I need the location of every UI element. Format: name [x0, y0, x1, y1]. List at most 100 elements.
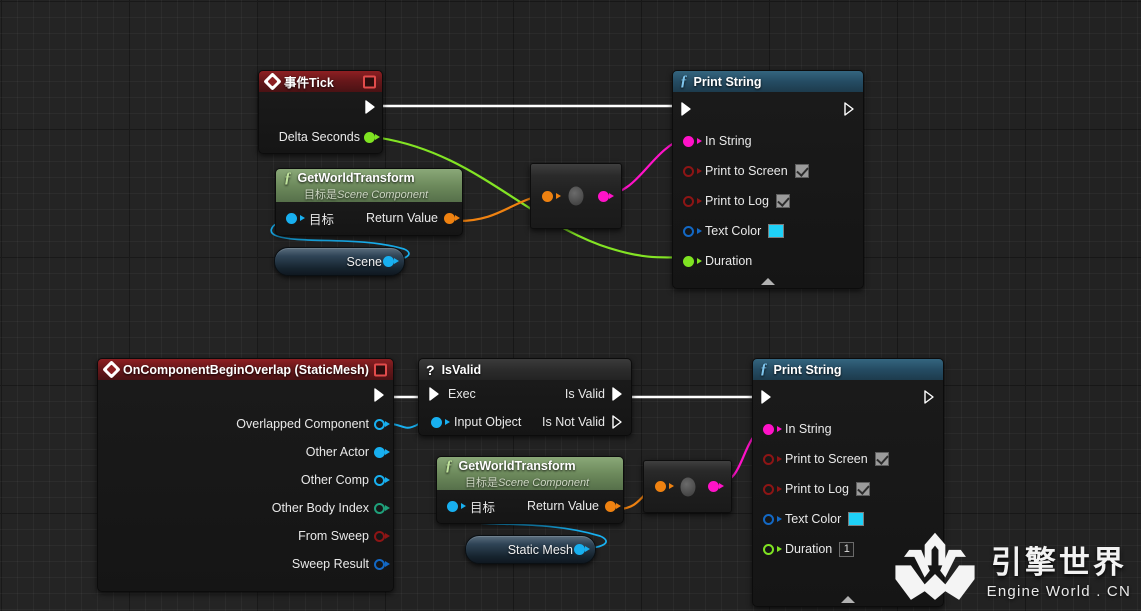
pin-duration-arrow	[697, 257, 702, 264]
pin-exec-output[interactable]	[844, 102, 855, 116]
pin-return-value[interactable]	[605, 500, 616, 512]
pin-print-to-log[interactable]	[763, 483, 774, 495]
color-swatch-text-color[interactable]	[768, 224, 785, 238]
node-compact-top[interactable]	[530, 163, 622, 229]
event-delegate-badge[interactable]	[374, 363, 387, 376]
node-compact-bottom[interactable]	[643, 460, 732, 513]
node-body: Exec Is Valid Input Object Is Not Valid	[418, 380, 632, 436]
pin-from-sweep[interactable]	[374, 530, 385, 542]
collapse-triangle-icon[interactable]	[761, 278, 775, 285]
pin-label-is-not-valid: Is Not Valid	[542, 415, 605, 429]
pin-label-overlapped-component: Overlapped Component	[236, 417, 369, 431]
collapse-triangle-icon[interactable]	[841, 596, 855, 603]
watermark-text: 引擎世界 Engine World . CN	[987, 537, 1131, 600]
node-header[interactable]: ƒ Print String	[752, 358, 944, 380]
checkbox-print-to-screen[interactable]	[794, 164, 809, 178]
engine-world-logo	[895, 532, 975, 600]
pin-input-object[interactable]	[431, 416, 442, 428]
pin-exec-input[interactable]	[761, 390, 772, 404]
checkbox-print-to-log[interactable]	[855, 482, 870, 496]
duration-input[interactable]: 1	[839, 541, 855, 557]
node-title: OnComponentBeginOverlap (StaticMesh)	[123, 362, 369, 377]
pin-delta-seconds[interactable]	[364, 131, 375, 143]
pin-is-not-valid-output[interactable]	[612, 415, 623, 429]
pin-exec-output[interactable]	[924, 390, 935, 404]
pin-row-target-return: 目标 Return Value	[437, 490, 623, 522]
pin-scene-output[interactable]	[383, 256, 394, 267]
pin-scene-output-arrow	[394, 258, 399, 264]
color-swatch-text-color[interactable]	[848, 512, 865, 526]
pin-exec-output[interactable]	[365, 100, 376, 114]
pin-print-to-screen[interactable]	[763, 453, 774, 465]
node-title: 事件Tick	[284, 76, 334, 90]
node-event-tick[interactable]: 事件Tick Delta Seconds	[258, 70, 383, 154]
pin-return-value-arrow	[455, 214, 460, 221]
pin-row-duration: Duration	[673, 246, 863, 276]
pin-in-string[interactable]	[683, 135, 694, 147]
pin-duration-arrow	[777, 545, 782, 552]
node-scene-variable[interactable]: Scene	[274, 247, 405, 276]
pin-text-color[interactable]	[683, 225, 694, 237]
node-body: In String Print to Screen Print to Log T…	[672, 92, 864, 289]
node-header[interactable]: 事件Tick	[258, 70, 383, 92]
node-body: Delta Seconds	[258, 92, 383, 154]
pin-print-to-log[interactable]	[683, 195, 694, 207]
node-header[interactable]: ? IsValid	[418, 358, 632, 380]
pin-compact-top-output[interactable]	[598, 190, 609, 202]
checkbox-print-to-screen[interactable]	[874, 452, 889, 466]
node-header[interactable]: ƒ GetWorldTransform 目标是Scene Component	[436, 456, 624, 490]
node-static-mesh-variable[interactable]: Static Mesh	[465, 535, 596, 564]
node-header[interactable]: ƒ GetWorldTransform 目标是Scene Component	[275, 168, 463, 202]
node-is-valid[interactable]: ? IsValid Exec Is Valid Input Object Is …	[418, 358, 632, 436]
pin-overlapped-component-arrow	[385, 420, 390, 427]
pin-other-actor[interactable]	[374, 446, 385, 458]
pin-sweep-result[interactable]	[374, 558, 385, 570]
pin-duration[interactable]	[683, 255, 694, 267]
pin-target[interactable]	[286, 212, 297, 224]
pin-in-string[interactable]	[763, 423, 774, 435]
pin-duration[interactable]	[763, 543, 774, 555]
node-get-world-transform-top[interactable]: ƒ GetWorldTransform 目标是Scene Component 目…	[275, 168, 463, 236]
function-f-icon: ƒ	[680, 73, 688, 89]
pin-row-exec	[673, 92, 863, 126]
node-header[interactable]: ƒ Print String	[672, 70, 864, 92]
pin-compact-bottom-input[interactable]	[655, 481, 666, 492]
pin-overlapped-component[interactable]	[374, 418, 385, 430]
pin-row-other-actor: Other Actor	[98, 438, 393, 466]
pin-exec-output[interactable]	[374, 388, 385, 402]
pin-other-body-index-arrow	[385, 504, 390, 511]
pin-return-value[interactable]	[444, 212, 455, 224]
event-diamond-icon	[263, 72, 282, 91]
node-header[interactable]: OnComponentBeginOverlap (StaticMesh)	[97, 358, 394, 380]
blueprint-graph-canvas[interactable]: 事件Tick Delta Seconds ƒ GetWorldTransform	[0, 0, 1141, 611]
pin-text-color[interactable]	[763, 513, 774, 525]
pin-compact-top-input-arrow	[556, 192, 561, 199]
node-get-world-transform-bottom[interactable]: ƒ GetWorldTransform 目标是Scene Component 目…	[436, 456, 624, 524]
pin-text-color-arrow	[777, 515, 782, 522]
pin-label-is-valid: Is Valid	[564, 387, 605, 401]
pin-target[interactable]	[447, 500, 458, 512]
pin-other-comp[interactable]	[374, 474, 385, 486]
pin-print-to-log-arrow	[777, 485, 782, 492]
node-print-string-top[interactable]: ƒ Print String In String Print to Screen…	[672, 70, 864, 289]
pin-exec-input[interactable]	[681, 102, 692, 116]
pin-row-other-body-index: Other Body Index	[98, 494, 393, 522]
pin-row-print-to-screen: Print to Screen	[753, 444, 943, 474]
pin-text-color-arrow	[697, 227, 702, 234]
pin-row-exec	[753, 380, 943, 414]
event-delegate-badge[interactable]	[363, 75, 376, 88]
pin-compact-top-input[interactable]	[542, 190, 553, 202]
pin-static-mesh-output[interactable]	[574, 544, 585, 555]
pin-compact-bottom-output[interactable]	[708, 481, 719, 492]
pin-exec-input[interactable]	[429, 387, 440, 401]
pin-label-delta-seconds: Delta Seconds	[278, 130, 360, 144]
node-on-component-begin-overlap[interactable]: OnComponentBeginOverlap (StaticMesh) Ove…	[97, 358, 394, 592]
pin-compact-bottom-input-arrow	[669, 483, 674, 489]
pin-row-sweep-result: Sweep Result	[98, 550, 393, 578]
checkbox-print-to-log[interactable]	[775, 194, 790, 208]
pin-label-sweep-result: Sweep Result	[291, 557, 369, 571]
pin-is-valid-output[interactable]	[612, 387, 623, 401]
pin-print-to-screen[interactable]	[683, 165, 694, 177]
pin-other-body-index[interactable]	[374, 502, 385, 514]
node-body: 目标 Return Value	[275, 202, 463, 236]
